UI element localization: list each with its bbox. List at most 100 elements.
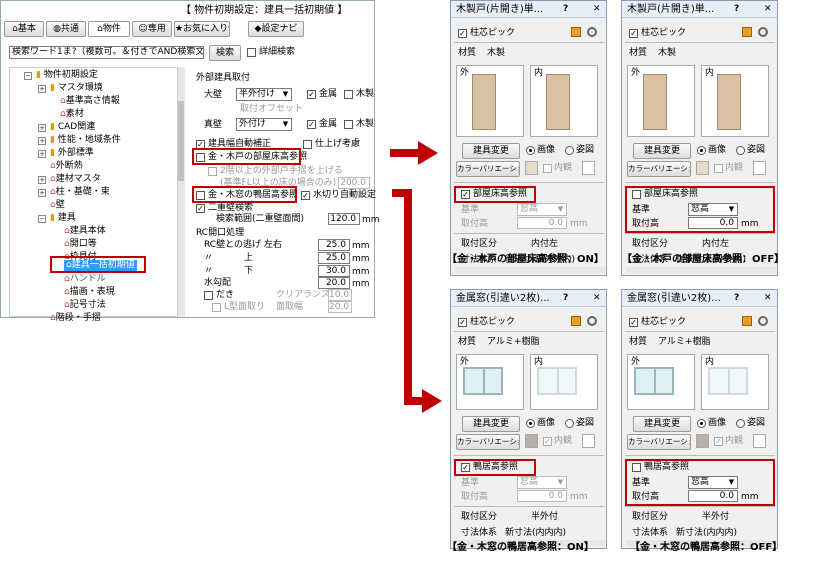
caption-4: 【金・木窓の鴨居高参照：OFF】: [630, 542, 783, 553]
core-pick-label: 柱芯ピック: [641, 28, 687, 38]
material-label: 材質: [629, 48, 648, 58]
gear-icon[interactable]: [587, 316, 597, 326]
image-radio[interactable]: [697, 146, 706, 155]
image-radio[interactable]: [526, 419, 535, 428]
panel-title-bar[interactable]: 木製戸(片開き)単...: [451, 1, 606, 18]
elevation-radio[interactable]: [565, 146, 574, 155]
close-icon[interactable]: ✕: [764, 293, 772, 304]
change-fitting-button[interactable]: 建具変更: [462, 416, 520, 432]
preview-window-interior: [537, 367, 577, 395]
help-icon[interactable]: ?: [734, 293, 739, 304]
gear-icon[interactable]: [587, 27, 597, 37]
property-panel-4: 金属窓(引違い2枚)... ? ✕ ✓ 柱芯ピック 材質 アルミ+樹脂 外 内 …: [621, 289, 778, 549]
interior-checkbox[interactable]: [714, 164, 723, 173]
image-radio[interactable]: [526, 146, 535, 155]
interior-swatch[interactable]: [753, 161, 766, 175]
base-select[interactable]: 窓高 ▼: [517, 203, 567, 216]
preview-window-exterior: [634, 367, 674, 395]
preview-door-exterior: [643, 74, 667, 130]
close-icon[interactable]: ✕: [593, 293, 601, 304]
section-value: 内付左: [702, 239, 730, 249]
color-swatch[interactable]: [525, 434, 538, 448]
panel-title-bar[interactable]: 金属窓(引違い2枚)...: [451, 290, 606, 307]
help-icon[interactable]: ?: [734, 4, 739, 15]
book-icon[interactable]: [742, 27, 752, 37]
core-pick-label: 柱芯ピック: [641, 317, 687, 327]
color-swatch[interactable]: [696, 434, 709, 448]
core-pick-checkbox[interactable]: ✓: [458, 318, 467, 327]
separator: [625, 42, 775, 43]
interior-swatch[interactable]: [753, 434, 766, 448]
separator: [625, 331, 775, 332]
book-icon[interactable]: [571, 27, 581, 37]
interior-label: 内: [534, 68, 544, 78]
section-value: 半外付: [702, 512, 730, 522]
exterior-preview: 外: [456, 65, 524, 137]
interior-preview: 内: [530, 354, 598, 410]
interior-checkbox[interactable]: ✓: [714, 437, 723, 446]
help-icon[interactable]: ?: [563, 293, 568, 304]
mm-unit: mm: [570, 492, 588, 502]
core-pick-checkbox[interactable]: ✓: [629, 29, 638, 38]
dropdown-arrow-icon: ▼: [557, 478, 564, 486]
separator: [454, 42, 604, 43]
panel-title: 木製戸(片開き)単...: [456, 4, 544, 15]
separator: [454, 331, 604, 332]
arrow-down-bottom: [404, 397, 424, 405]
panel-title: 金属窓(引違い2枚)...: [456, 293, 550, 304]
height-label: 取付高: [461, 492, 489, 502]
interior-label: 内: [705, 68, 715, 78]
highlight-ref-2: [625, 186, 775, 233]
elevation-label: 姿図: [747, 145, 766, 155]
image-label: 画像: [708, 145, 727, 155]
image-radio[interactable]: [697, 419, 706, 428]
exterior-preview: 外: [627, 354, 695, 410]
base-value: 窓高: [520, 477, 539, 487]
arrow-down-vertical: [404, 189, 412, 405]
panel-scrollbar[interactable]: [626, 267, 776, 273]
interior-checkbox[interactable]: ✓: [543, 437, 552, 446]
change-fitting-button[interactable]: 建具変更: [462, 143, 520, 159]
book-icon[interactable]: [742, 316, 752, 326]
interior-view-label: 内観: [554, 163, 573, 173]
separator: [625, 182, 775, 183]
core-pick-checkbox[interactable]: ✓: [458, 29, 467, 38]
interior-swatch[interactable]: [582, 161, 595, 175]
elevation-label: 姿図: [576, 418, 595, 428]
mm-unit: mm: [570, 219, 588, 229]
book-icon[interactable]: [571, 316, 581, 326]
core-pick-checkbox[interactable]: ✓: [629, 318, 638, 327]
change-fitting-button[interactable]: 建具変更: [633, 416, 691, 432]
color-variation-button[interactable]: カラーバリエーション: [456, 434, 520, 450]
section-label: 取付区分: [461, 512, 498, 522]
height-input[interactable]: 0.0: [517, 217, 567, 229]
color-swatch[interactable]: [525, 161, 538, 175]
elevation-radio[interactable]: [736, 146, 745, 155]
color-variation-button[interactable]: カラーバリエーション: [627, 434, 691, 450]
material-value: 木製: [658, 48, 677, 58]
base-select[interactable]: 窓高 ▼: [517, 476, 567, 489]
elevation-radio[interactable]: [565, 419, 574, 428]
gear-icon[interactable]: [758, 27, 768, 37]
height-input[interactable]: 0.0: [517, 490, 567, 502]
separator: [454, 182, 604, 183]
change-fitting-button[interactable]: 建具変更: [633, 143, 691, 159]
interior-swatch[interactable]: [582, 434, 595, 448]
elevation-radio[interactable]: [736, 419, 745, 428]
separator: [454, 455, 604, 456]
close-icon[interactable]: ✕: [764, 4, 772, 15]
close-icon[interactable]: ✕: [593, 4, 601, 15]
panel-scrollbar[interactable]: [455, 267, 605, 273]
image-label: 画像: [537, 418, 556, 428]
color-swatch[interactable]: [696, 161, 709, 175]
material-label: 材質: [458, 48, 477, 58]
interior-checkbox[interactable]: [543, 164, 552, 173]
color-variation-button[interactable]: カラーバリエーション: [627, 161, 691, 177]
color-variation-button[interactable]: カラーバリエーション: [456, 161, 520, 177]
arrow-right-shaft: [390, 149, 420, 157]
panel-title-bar[interactable]: 木製戸(片開き)単...: [622, 1, 777, 18]
panel-title-bar[interactable]: 金属窓(引違い2枚)...: [622, 290, 777, 307]
gear-icon[interactable]: [758, 316, 768, 326]
help-icon[interactable]: ?: [563, 4, 568, 15]
separator: [625, 233, 775, 234]
